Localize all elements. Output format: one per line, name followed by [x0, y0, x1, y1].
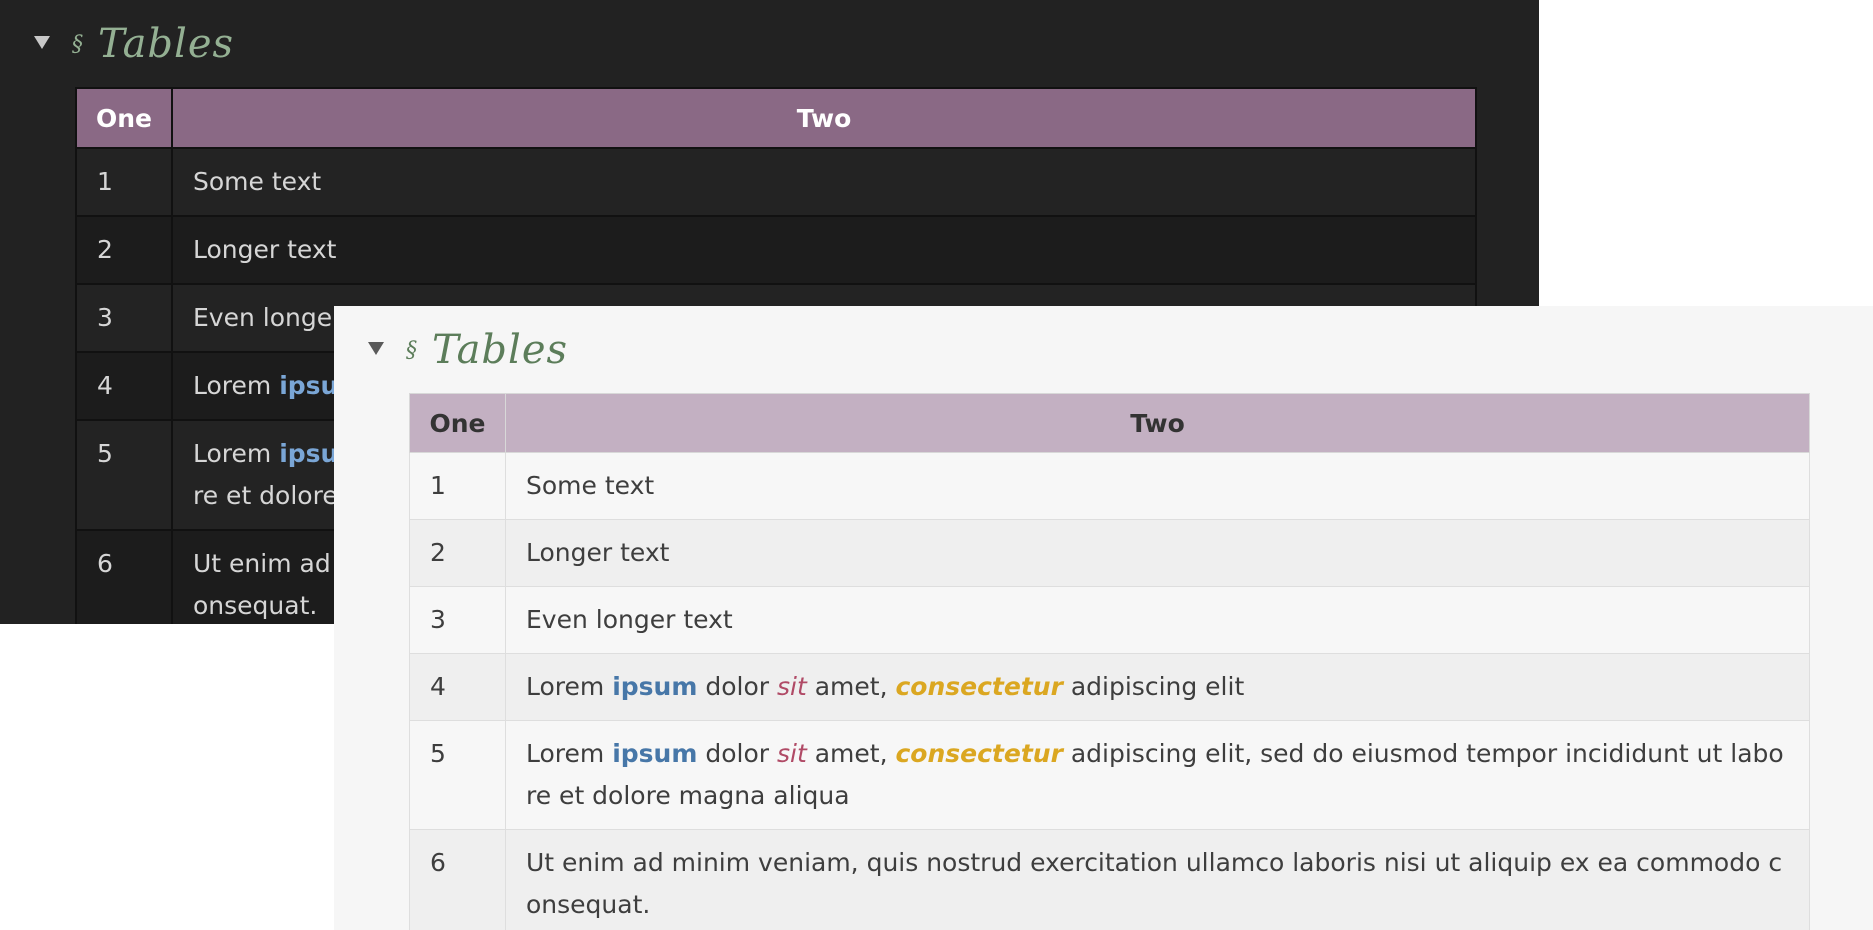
- light-theme-preview: § Tables One Two 1 Some text 2 Longer te…: [334, 306, 1873, 930]
- column-header-two: Two: [171, 87, 1477, 149]
- row-text: Longer text: [171, 215, 1477, 285]
- bold-italic-text: consectetur: [895, 672, 1063, 701]
- row-text: Some text: [171, 147, 1477, 217]
- table-row: 4 Lorem ipsum dolor sit amet, consectetu…: [409, 653, 1810, 721]
- row-number: 2: [75, 215, 173, 285]
- row-text: Lorem ipsum dolor sit amet, consectetur …: [505, 720, 1810, 830]
- row-number: 3: [409, 586, 506, 654]
- column-header-two: Two: [505, 393, 1810, 453]
- row-text: Ut enim ad minim veniam, quis nostrud ex…: [505, 829, 1810, 930]
- row-number: 5: [409, 720, 506, 830]
- plain-text: Lorem: [193, 439, 280, 468]
- table-header-row: One Two: [75, 87, 1477, 149]
- section-sign-icon: §: [72, 32, 83, 57]
- bold-text: ipsum: [612, 739, 698, 768]
- collapse-toggle-icon[interactable]: [34, 36, 50, 49]
- plain-text: amet,: [806, 672, 896, 701]
- row-number: 6: [409, 829, 506, 930]
- row-text: Longer text: [505, 519, 1810, 587]
- row-number: 4: [75, 351, 173, 421]
- italic-text: sit: [776, 739, 807, 768]
- table-row: 2 Longer text: [75, 215, 1477, 285]
- plain-text: adipiscing elit: [1062, 672, 1245, 701]
- row-number: 6: [75, 529, 173, 624]
- row-number: 5: [75, 419, 173, 531]
- row-number: 4: [409, 653, 506, 721]
- section-heading: Tables: [98, 21, 235, 67]
- column-header-one: One: [409, 393, 506, 453]
- row-number: 3: [75, 283, 173, 353]
- plain-text: amet,: [806, 739, 896, 768]
- plain-text: Lorem: [193, 371, 280, 400]
- plain-text: dolor: [697, 672, 777, 701]
- column-header-one: One: [75, 87, 173, 149]
- plain-text: Lorem: [526, 739, 613, 768]
- plain-text: Lorem: [526, 672, 613, 701]
- table-row: 5 Lorem ipsum dolor sit amet, consectetu…: [409, 720, 1810, 830]
- table-header-row: One Two: [409, 393, 1810, 453]
- collapse-toggle-icon[interactable]: [368, 342, 384, 355]
- section-heading: Tables: [432, 327, 569, 373]
- table-row: 2 Longer text: [409, 519, 1810, 587]
- row-text: Even longer text: [505, 586, 1810, 654]
- table-row: 3 Even longer text: [409, 586, 1810, 654]
- table-row: 6 Ut enim ad minim veniam, quis nostrud …: [409, 829, 1810, 930]
- data-table: One Two 1 Some text 2 Longer text 3 Even…: [409, 393, 1810, 930]
- row-text: Some text: [505, 452, 1810, 520]
- bold-italic-text: consectetur: [895, 739, 1063, 768]
- row-number: 1: [409, 452, 506, 520]
- row-number: 1: [75, 147, 173, 217]
- italic-text: sit: [776, 672, 807, 701]
- table-row: 1 Some text: [409, 452, 1810, 520]
- plain-text: dolor: [697, 739, 777, 768]
- section-sign-icon: §: [406, 338, 417, 363]
- bold-text: ipsum: [612, 672, 698, 701]
- row-number: 2: [409, 519, 506, 587]
- row-text: Lorem ipsum dolor sit amet, consectetur …: [505, 653, 1810, 721]
- table-row: 1 Some text: [75, 147, 1477, 217]
